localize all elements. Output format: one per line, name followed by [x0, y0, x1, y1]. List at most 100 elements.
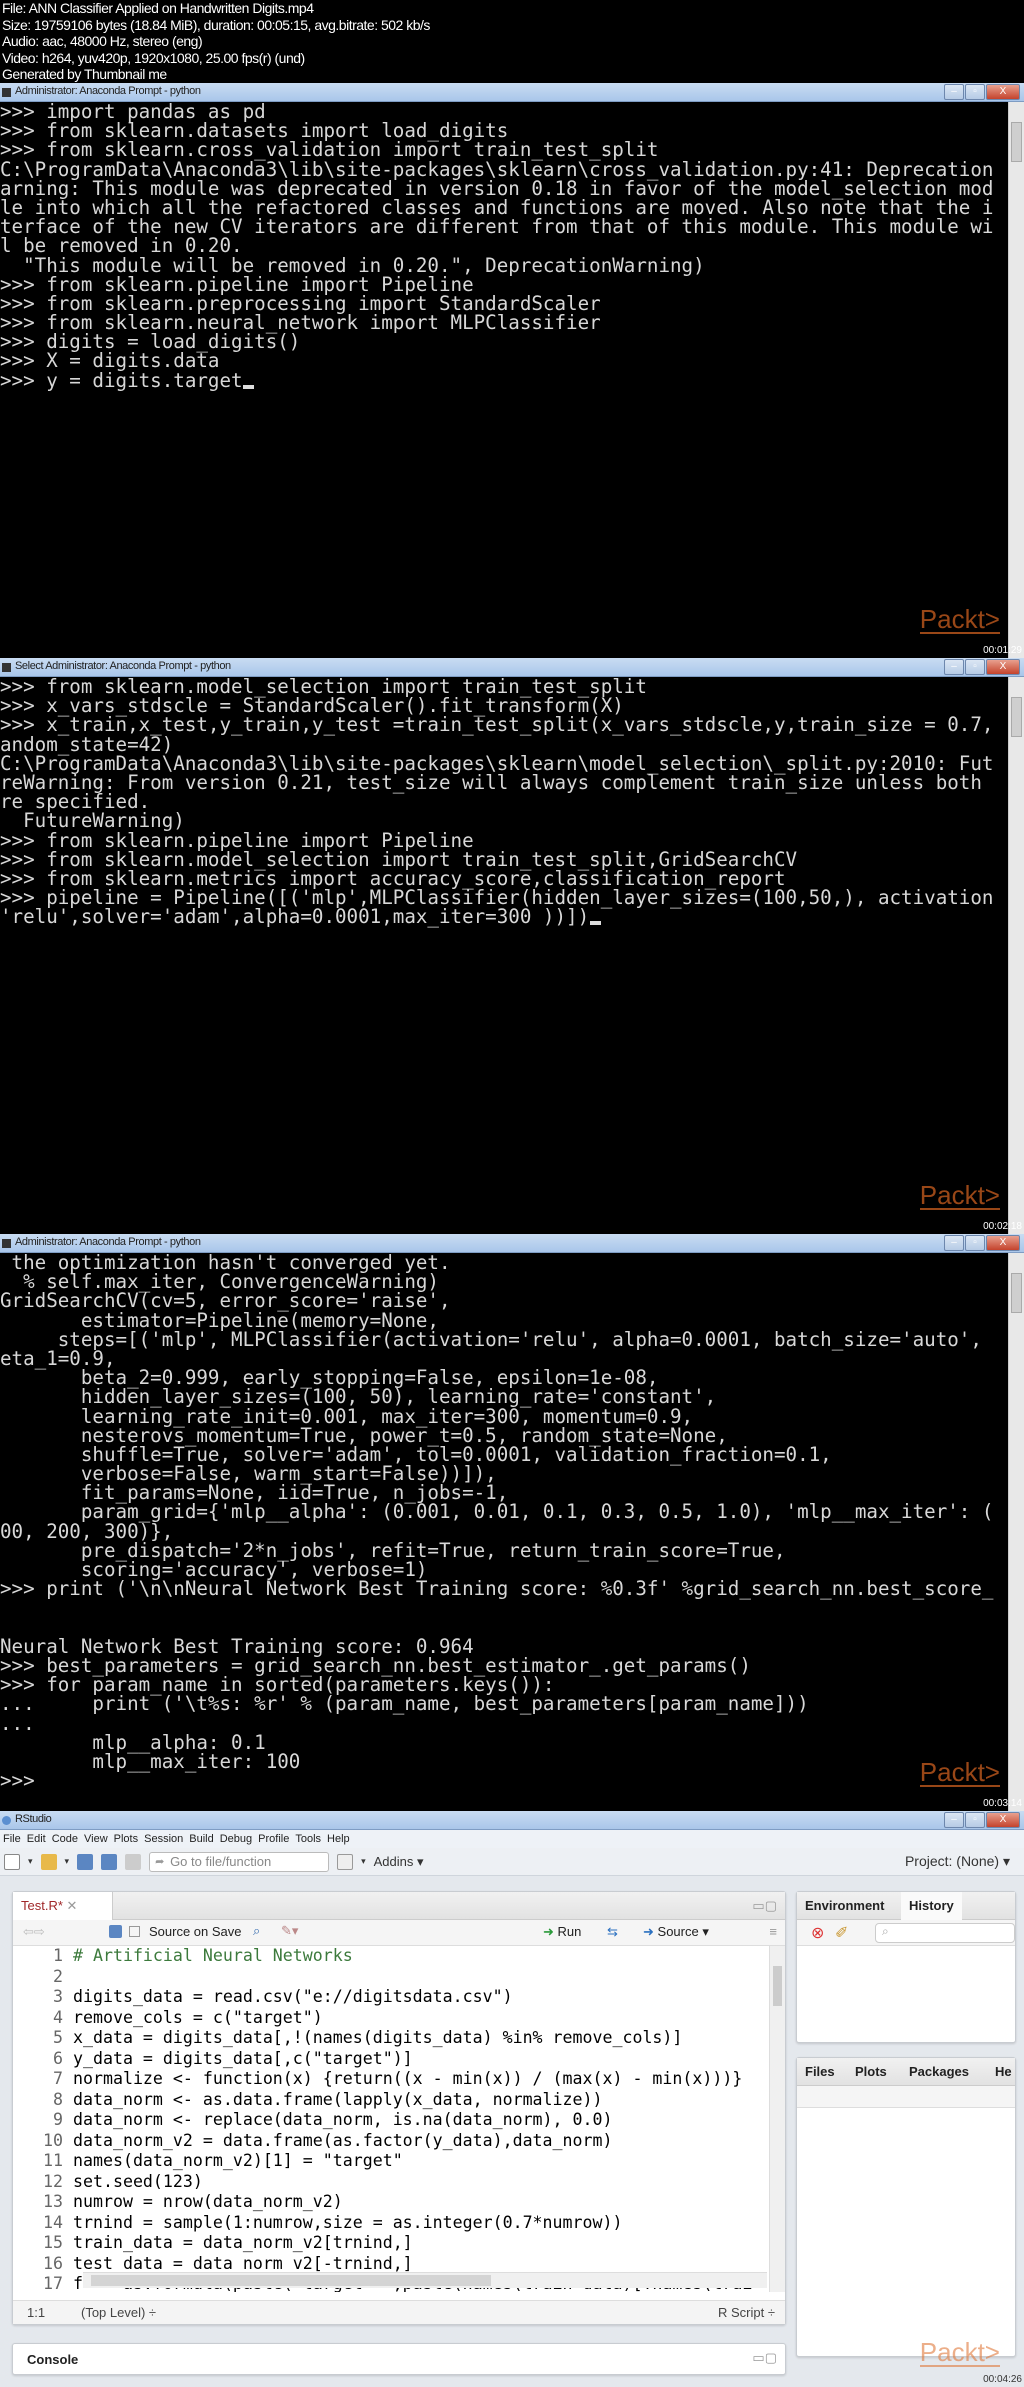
workspace-panes-icon[interactable] — [337, 1853, 354, 1870]
editor-horizontal-scrollbar[interactable] — [83, 2272, 767, 2288]
close-button[interactable]: X — [986, 1235, 1020, 1251]
run-button[interactable]: ➜ Run — [543, 1924, 581, 1940]
source-on-save-label: Source on Save — [149, 1924, 242, 1939]
menu-item[interactable]: Debug — [220, 1830, 252, 1848]
environment-pane: Environment History ⊗ ✐ ⌕ — [796, 1891, 1016, 2043]
tab-packages[interactable]: Packages — [901, 2058, 977, 2086]
menu-item[interactable]: Tools — [295, 1830, 321, 1848]
line-number: 3 — [53, 1987, 63, 2006]
terminal-line: mlp__alpha: 0.1 — [0, 1730, 266, 1754]
maximize-button[interactable]: ▫ — [965, 84, 985, 100]
terminal-line: learning_rate_init=0.001, max_iter=300, … — [0, 1404, 694, 1428]
editor-status-bar: 1:1 (Top Level) ÷ R Script ÷ — [13, 2300, 785, 2324]
tab-test-r[interactable]: Test.R* ✕ — [13, 1892, 113, 1920]
close-button[interactable]: X — [986, 1812, 1020, 1828]
console-icon — [2, 663, 11, 672]
back-forward-icon[interactable]: ⇦⇨ — [23, 1924, 45, 1940]
minimize-button[interactable]: – — [944, 1235, 964, 1251]
anaconda-prompt-window-1: Administrator: Anaconda Prompt - python –… — [0, 83, 1024, 658]
info-line: Video: h264, yuv420p, 1920x1080, 25.00 f… — [2, 49, 305, 66]
menu-item[interactable]: Build — [189, 1830, 213, 1848]
terminal-scrollbar[interactable] — [1008, 102, 1024, 658]
menu-item[interactable]: File — [3, 1830, 21, 1848]
close-tab-icon[interactable]: ✕ — [67, 1898, 78, 1913]
code-line: 1 # Artificial Neural Networks — [13, 1946, 767, 1967]
go-to-file-input[interactable]: Go to file/function — [149, 1851, 330, 1872]
outline-icon[interactable]: ≡ — [769, 1924, 777, 1939]
print-icon[interactable] — [125, 1853, 142, 1870]
source-button[interactable]: ➜ Source ▾ — [643, 1924, 709, 1940]
maximize-button[interactable]: ▫ — [965, 1235, 985, 1251]
code-line: 2 — [13, 1967, 767, 1988]
minimize-button[interactable]: – — [944, 659, 964, 675]
code-line: 8 data_norm <- as.data.frame(lapply(x_dat… — [13, 2090, 767, 2111]
terminal-line: >>> from sklearn.cross_validation import… — [0, 138, 659, 162]
minimize-button[interactable]: – — [944, 1812, 964, 1828]
menu-item[interactable]: Session — [144, 1830, 183, 1848]
code-text: names(data_norm_v2)[1] = "target" — [73, 2151, 403, 2170]
new-file-icon[interactable] — [4, 1853, 20, 1870]
console-tab[interactable]: Console — [27, 2352, 78, 2367]
code-line: 15 train_data = data_norm_v2[trnind,] — [13, 2233, 767, 2254]
code-text: data_norm <- replace(data_norm, is.na(da… — [73, 2110, 613, 2129]
terminal-line: ... — [0, 1711, 35, 1735]
menu-item[interactable]: Profile — [258, 1830, 289, 1848]
code-editor[interactable]: 1 # Artificial Neural Networks 2 3 digits_da… — [13, 1946, 767, 2292]
terminal-line: estimator=Pipeline(memory=None, — [0, 1308, 439, 1332]
terminal-output[interactable]: >>> import pandas as pd >>> from sklearn.… — [0, 102, 1008, 658]
pane-minmax-icon[interactable]: ▭▢ — [752, 1898, 777, 1914]
rstudio-title-bar: RStudio – ▫ X — [0, 1811, 1024, 1830]
menu-item[interactable]: Plots — [114, 1830, 138, 1848]
find-icon[interactable]: ⌕ — [253, 1923, 260, 1939]
source-on-save-checkbox[interactable] — [129, 1926, 140, 1937]
tab-plots[interactable]: Plots — [847, 2058, 895, 2086]
close-button[interactable]: X — [986, 84, 1020, 100]
code-line: 12 set.seed(123) — [13, 2172, 767, 2193]
terminal-line: >>> X = digits.data — [0, 349, 220, 373]
project-menu[interactable]: Project: (None) ▾ — [905, 1853, 1010, 1870]
line-number: 14 — [43, 2212, 63, 2232]
minimize-button[interactable]: – — [944, 84, 964, 100]
save-all-icon[interactable] — [101, 1853, 118, 1870]
broom-icon[interactable]: ✐ — [835, 1923, 848, 1943]
maximize-button[interactable]: ▫ — [965, 1812, 985, 1828]
line-number: 1 — [53, 1946, 63, 1965]
menu-item[interactable]: Help — [327, 1830, 350, 1848]
editor-vertical-scrollbar[interactable] — [769, 1946, 785, 2292]
tab-environment[interactable]: Environment — [797, 1892, 892, 1920]
clear-icon[interactable]: ⊗ — [811, 1923, 824, 1943]
tab-help[interactable]: He — [987, 2058, 1020, 2086]
terminal-scrollbar[interactable] — [1008, 1253, 1024, 1811]
line-number: 5 — [53, 2028, 63, 2047]
menu-item[interactable]: View — [84, 1830, 108, 1848]
terminal-output[interactable]: the optimization hasn't converged yet. %… — [0, 1253, 1008, 1811]
menu-item[interactable]: Edit — [27, 1830, 46, 1848]
close-button[interactable]: X — [986, 659, 1020, 675]
tab-files[interactable]: Files — [797, 2058, 843, 2086]
addins-menu[interactable]: Addins ▾ — [374, 1854, 424, 1870]
terminal-line: >>> from sklearn.model_selection import … — [0, 847, 798, 871]
save-icon[interactable] — [77, 1853, 94, 1870]
menu-item[interactable]: Code — [52, 1830, 78, 1848]
maximize-button[interactable]: ▫ — [965, 659, 985, 675]
file-type-selector[interactable]: R Script ÷ — [718, 2305, 775, 2320]
scope-selector[interactable]: (Top Level) ÷ — [81, 2305, 156, 2320]
tab-label: Test.R* — [21, 1898, 63, 1913]
open-folder-icon[interactable] — [40, 1853, 57, 1870]
terminal-line: 00, 200, 300)}, — [0, 1519, 174, 1543]
code-line: 9 data_norm <- replace(data_norm, is.na(d… — [13, 2110, 767, 2131]
terminal-line: hidden_layer_sizes=(100, 50), learning_r… — [0, 1385, 717, 1409]
info-line: Size: 19759106 bytes (18.84 MiB), durati… — [2, 16, 430, 33]
save-file-icon[interactable] — [109, 1925, 122, 1938]
code-tools-icon[interactable]: ✎▾ — [281, 1923, 298, 1939]
history-search-input[interactable]: ⌕ — [875, 1923, 1015, 1943]
rerun-icon[interactable]: ⇆ — [607, 1924, 618, 1940]
terminal-line: "This module will be removed in 0.20.", … — [0, 253, 705, 277]
code-line: 16 test_data = data_norm_v2[-trnind,] — [13, 2254, 767, 2275]
info-line: File: ANN Classifier Applied on Handwrit… — [2, 0, 314, 16]
pane-minmax-icon[interactable]: ▭▢ — [752, 2350, 777, 2366]
tab-history[interactable]: History — [901, 1892, 962, 1920]
terminal-output[interactable]: >>> from sklearn.model_selection import … — [0, 677, 1008, 1234]
terminal-scrollbar[interactable] — [1008, 677, 1024, 1234]
